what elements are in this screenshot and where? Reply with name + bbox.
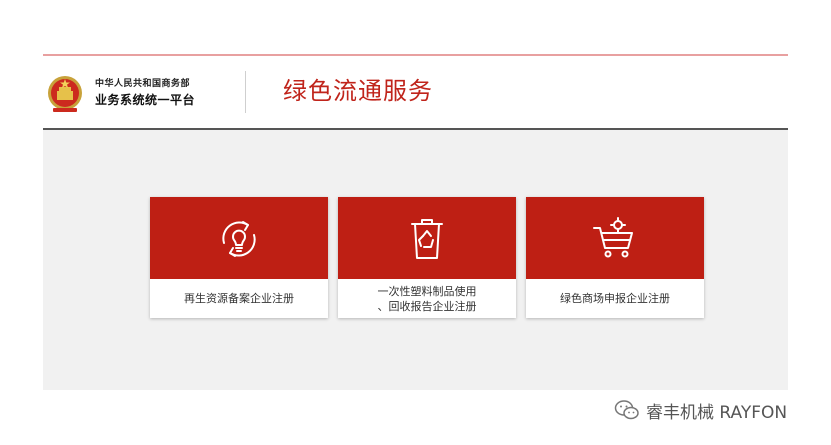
card-label: 一次性塑料制品使用 、回收报告企业注册: [338, 279, 516, 318]
card-label: 再生资源备案企业注册: [150, 279, 328, 318]
header-divider: [245, 71, 246, 113]
watermark-text: 睿丰机械 RAYFON: [646, 402, 788, 423]
card-renewable-resources-registration[interactable]: 再生资源备案企业注册: [150, 197, 328, 318]
service-title: 绿色流通服务: [283, 77, 433, 105]
content-area: 再生资源备案企业注册 一次性塑料制品使用 、回收报告企业注册 绿色商场申报企业注…: [43, 130, 788, 390]
card-plastic-products-report-registration[interactable]: 一次性塑料制品使用 、回收报告企业注册: [338, 197, 516, 318]
recycle-bulb-icon: [222, 221, 256, 257]
portal-header: 中华人民共和国商务部 业务系统统一平台 绿色流通服务: [43, 56, 788, 130]
card-banner: [338, 197, 516, 279]
card-label-line1: 一次性塑料制品使用: [377, 284, 477, 298]
watermark: 睿丰机械 RAYFON: [614, 398, 788, 423]
portal-frame: 中华人民共和国商务部 业务系统统一平台 绿色流通服务 再生资源备案企业注册 一次…: [43, 54, 788, 390]
card-banner: [150, 197, 328, 279]
card-label: 绿色商场申报企业注册: [526, 279, 704, 318]
shopping-cart-icon: [593, 217, 633, 258]
org-name-line2: 业务系统统一平台: [95, 93, 196, 107]
recycle-bin-icon: [411, 219, 443, 259]
card-label-text: 绿色商场申报企业注册: [560, 292, 670, 305]
card-label-text: 再生资源备案企业注册: [184, 292, 294, 305]
wechat-icon: [614, 400, 639, 420]
national-emblem-icon: [48, 76, 82, 112]
organization-name: 中华人民共和国商务部 业务系统统一平台: [95, 78, 195, 108]
card-label-text: 一次性塑料制品使用 、回收报告企业注册: [378, 284, 477, 314]
org-name-line1: 中华人民共和国商务部: [95, 79, 191, 89]
card-banner: [526, 197, 704, 279]
card-label-line2: 、回收报告企业注册: [377, 299, 477, 313]
card-green-mall-application-registration[interactable]: 绿色商场申报企业注册: [526, 197, 704, 318]
